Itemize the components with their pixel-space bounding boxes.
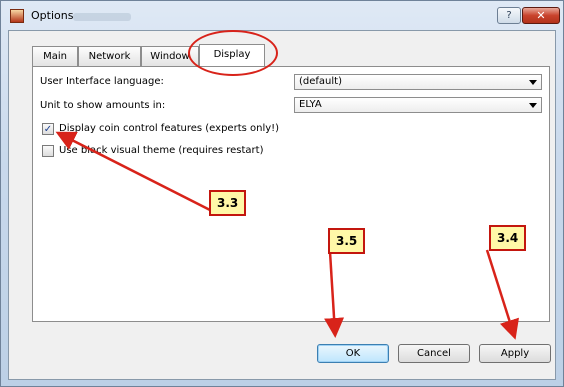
window-title: Options (31, 9, 74, 22)
language-select[interactable]: (default) (294, 74, 542, 90)
language-label: User Interface language: (40, 76, 164, 87)
unit-label: Unit to show amounts in: (40, 100, 166, 111)
tab-main[interactable]: Main (32, 46, 78, 66)
chevron-down-icon (529, 103, 537, 108)
cancel-button[interactable]: Cancel (398, 344, 470, 363)
callout-3-4: 3.4 (489, 225, 527, 251)
coin-control-checkbox[interactable]: ✓ (42, 123, 54, 135)
tab-window-label: Window (150, 51, 190, 62)
chevron-down-icon (529, 80, 537, 85)
tab-network[interactable]: Network (78, 46, 141, 66)
display-tab-highlight-ellipse (188, 30, 278, 76)
title-bar[interactable]: Options ? ✕ (1, 1, 563, 31)
app-icon (10, 9, 24, 23)
blurred-title-text (73, 13, 131, 21)
help-button[interactable]: ? (497, 7, 521, 24)
language-select-value: (default) (299, 76, 342, 87)
unit-select[interactable]: ELYA (294, 97, 542, 113)
close-icon: ✕ (536, 9, 546, 22)
tab-network-label: Network (88, 51, 131, 62)
callout-3-5: 3.5 (328, 228, 366, 254)
black-theme-label: Use black visual theme (requires restart… (59, 145, 264, 156)
apply-button[interactable]: Apply (479, 344, 551, 363)
unit-select-value: ELYA (299, 99, 322, 110)
black-theme-checkbox[interactable] (42, 145, 54, 157)
tab-main-label: Main (43, 51, 67, 62)
coin-control-label: Display coin control features (experts o… (59, 123, 280, 134)
ok-button[interactable]: OK (317, 344, 389, 363)
close-button[interactable]: ✕ (522, 7, 560, 24)
callout-3-3: 3.3 (209, 190, 247, 216)
